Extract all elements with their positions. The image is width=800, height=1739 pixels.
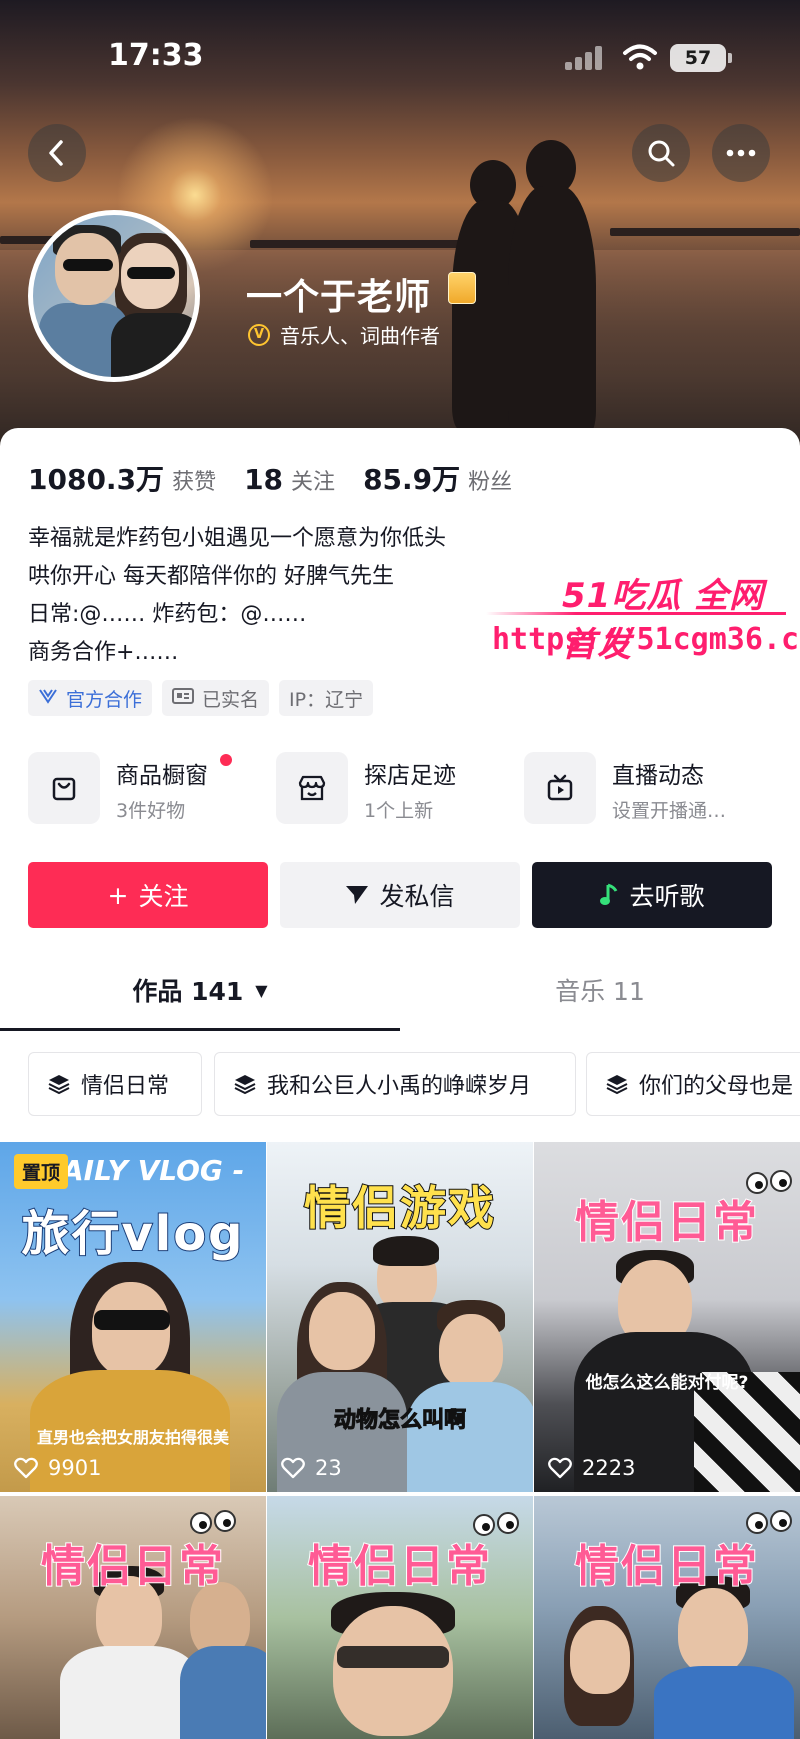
watermark-url: https://51cgm36.com — [492, 622, 800, 657]
official-icon — [38, 688, 58, 708]
bio-line: 幸福就是炸药包小姐遇见一个愿意为你低头 — [28, 526, 447, 551]
store-icon — [276, 752, 348, 824]
feature-store-visits[interactable]: 探店足迹 1个上新 — [276, 752, 516, 826]
caret-down-icon: ▼ — [255, 980, 268, 1000]
heart-icon — [14, 1457, 38, 1479]
video-title: 情侣日常 — [307, 1540, 492, 1593]
collection-chip[interactable]: 情侣日常 — [28, 1052, 202, 1116]
likes-label: 获赞 — [172, 470, 217, 495]
more-icon — [726, 149, 756, 157]
video-title: 情侣游戏 — [303, 1180, 496, 1236]
pinned-badge: 置顶 — [14, 1154, 69, 1189]
tab-music[interactable]: 音乐 11 — [400, 952, 800, 1028]
tag-ip-location: IP：辽宁 — [279, 680, 374, 716]
video-title: 情侣日常 — [40, 1540, 225, 1593]
username: 一个于老师 — [246, 277, 432, 318]
video-tile[interactable]: 情侣日常 他怎么这么能对付呢? 2223 — [534, 1142, 800, 1492]
feature-live-updates[interactable]: 直播动态 设置开播通… — [524, 752, 784, 826]
message-button[interactable]: 发私信 — [280, 862, 520, 928]
followers-label[interactable]: 粉丝 — [468, 464, 512, 496]
chevron-left-icon — [49, 140, 63, 166]
layers-icon — [605, 1073, 629, 1095]
avatar[interactable] — [28, 210, 200, 382]
video-title: 情侣日常 — [574, 1540, 759, 1593]
heart-icon — [548, 1457, 572, 1479]
collection-chip[interactable]: 你们的父母也是 — [586, 1052, 800, 1116]
status-bar: 17:33 57 — [0, 0, 800, 110]
watermark-divider — [486, 612, 786, 615]
follow-button[interactable]: + 关注 — [28, 862, 268, 928]
video-caption: 直男也会把女朋友拍得很美 — [36, 1428, 229, 1447]
tab-works[interactable]: 作品 141 ▼ — [0, 952, 400, 1028]
video-tile[interactable]: 情侣日常 — [0, 1496, 266, 1739]
verification-label: V 音乐人、词曲作者 — [248, 320, 440, 349]
video-tile[interactable]: 情侣日常 — [267, 1496, 533, 1739]
video-grid: AILY VLOG - 旅行vlog 置顶 直男也会把女朋友拍得很美 9901 … — [0, 1142, 800, 1739]
content-tabs: 作品 141 ▼ 音乐 11 — [0, 952, 800, 1034]
tab-indicator — [0, 1028, 400, 1031]
more-button[interactable] — [712, 124, 770, 182]
bio-line: 哄你开心 每天都陪伴你的 好脾气先生 — [28, 564, 394, 589]
notification-dot — [220, 754, 232, 766]
video-title: 情侣日常 — [574, 1196, 759, 1249]
couple-silhouette — [508, 186, 596, 436]
music-note-icon — [599, 883, 619, 907]
signal-icon — [565, 46, 607, 70]
video-tile[interactable]: 情侣日常 — [534, 1496, 800, 1739]
following-count[interactable]: 18 — [244, 463, 283, 496]
tag-real-name: 已实名 — [162, 680, 270, 716]
tag-official-partner[interactable]: 官方合作 — [28, 680, 153, 716]
search-icon — [648, 140, 675, 167]
collection-chip[interactable]: 我和公巨人小禹的峥嵘岁月 — [214, 1052, 576, 1116]
pier-silhouette — [610, 228, 800, 236]
video-likes: 2223 — [548, 1456, 635, 1480]
id-card-icon — [172, 688, 195, 708]
verification-text: 音乐人、词曲作者 — [280, 324, 440, 348]
wifi-icon — [623, 44, 657, 70]
heart-icon — [281, 1457, 305, 1479]
status-time: 17:33 — [108, 38, 204, 73]
search-button[interactable] — [632, 124, 690, 182]
tv-icon — [524, 752, 596, 824]
plus-icon: + — [107, 880, 129, 910]
verified-icon: V — [248, 323, 270, 346]
video-tile[interactable]: 情侣游戏 动物怎么叫啊 23 — [267, 1142, 533, 1492]
feature-shop-window[interactable]: 商品橱窗 3件好物 — [28, 752, 268, 826]
video-caption: 他怎么这么能对付呢? — [585, 1373, 749, 1393]
action-buttons: + 关注 发私信 去听歌 — [28, 862, 772, 928]
back-button[interactable] — [28, 124, 86, 182]
profile-tags: 官方合作 已实名 IP：辽宁 — [28, 680, 383, 716]
badge-icon — [448, 272, 476, 304]
shopping-bag-icon — [28, 752, 100, 824]
listen-button[interactable]: 去听歌 — [532, 862, 772, 928]
followers-count[interactable]: 85.9万 — [363, 458, 460, 498]
video-likes: 23 — [281, 1456, 342, 1480]
collection-chips: 情侣日常 我和公巨人小禹的峥嵘岁月 你们的父母也是 — [0, 1052, 800, 1118]
video-title: 旅行vlog — [20, 1205, 245, 1263]
layers-icon — [47, 1073, 71, 1095]
video-tile[interactable]: AILY VLOG - 旅行vlog 置顶 直男也会把女朋友拍得很美 9901 — [0, 1142, 266, 1492]
likes-count: 1080.3万 — [28, 463, 165, 496]
video-likes: 9901 — [14, 1456, 101, 1480]
layers-icon — [233, 1073, 257, 1095]
send-icon — [345, 884, 369, 906]
video-caption: 动物怎么叫啊 — [333, 1408, 466, 1434]
feature-row: 商品橱窗 3件好物 探店足迹 1个上新 直播动态 设置开播通… — [28, 752, 788, 826]
video-header: AILY VLOG - — [62, 1154, 245, 1187]
following-label[interactable]: 关注 — [291, 464, 335, 496]
profile-stats: 1080.3万 获赞 18 关注 85.9万 粉丝 — [28, 458, 540, 498]
battery-indicator: 57 — [670, 44, 732, 72]
